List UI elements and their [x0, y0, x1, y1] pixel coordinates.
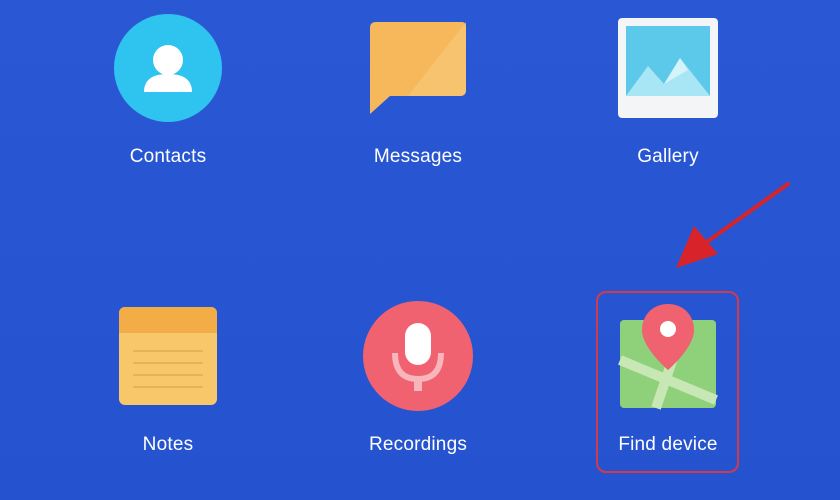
app-notes[interactable]: Notes: [68, 296, 268, 496]
app-label: Contacts: [129, 146, 207, 167]
arrow-pointer-icon: [660, 178, 800, 283]
app-label: Recordings: [368, 434, 468, 455]
notes-icon: [108, 296, 228, 416]
home-screen: Contacts Messages Gallery Notes Recordin…: [0, 0, 840, 500]
highlight-box: [596, 291, 739, 473]
app-contacts[interactable]: Contacts: [68, 8, 268, 208]
messages-icon: [358, 8, 478, 128]
contacts-icon: [108, 8, 228, 128]
app-messages[interactable]: Messages: [318, 8, 518, 208]
app-label: Notes: [142, 434, 194, 455]
app-label: Gallery: [637, 146, 699, 167]
microphone-icon: [358, 296, 478, 416]
app-label: Messages: [373, 146, 463, 167]
gallery-icon: [608, 8, 728, 128]
app-recordings[interactable]: Recordings: [318, 296, 518, 496]
